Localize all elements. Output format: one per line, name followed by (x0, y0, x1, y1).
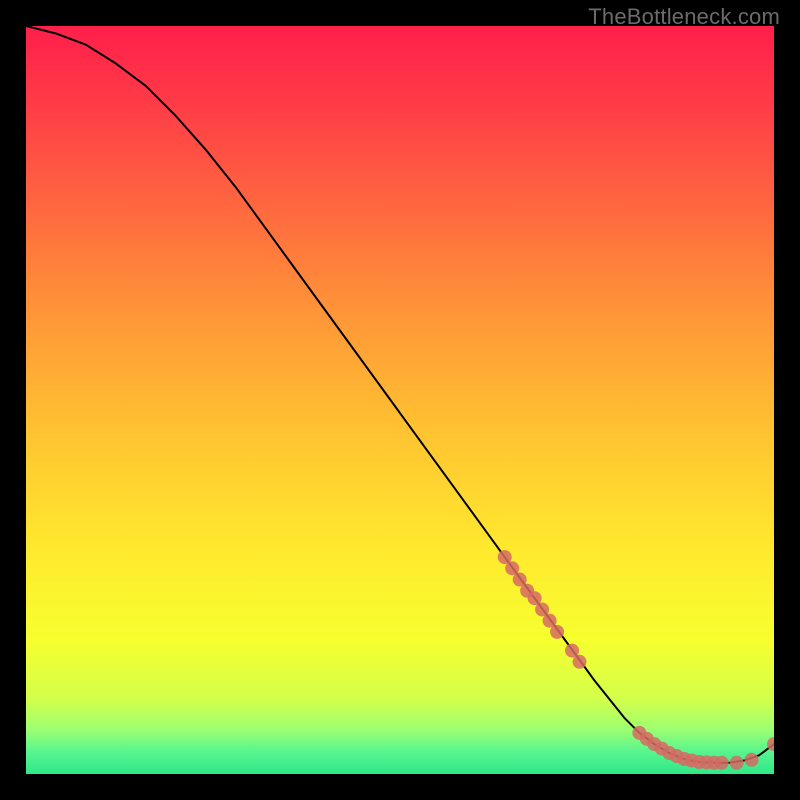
gradient-background (26, 26, 774, 774)
chart-canvas: TheBottleneck.com (0, 0, 800, 800)
chart-svg (26, 26, 774, 774)
